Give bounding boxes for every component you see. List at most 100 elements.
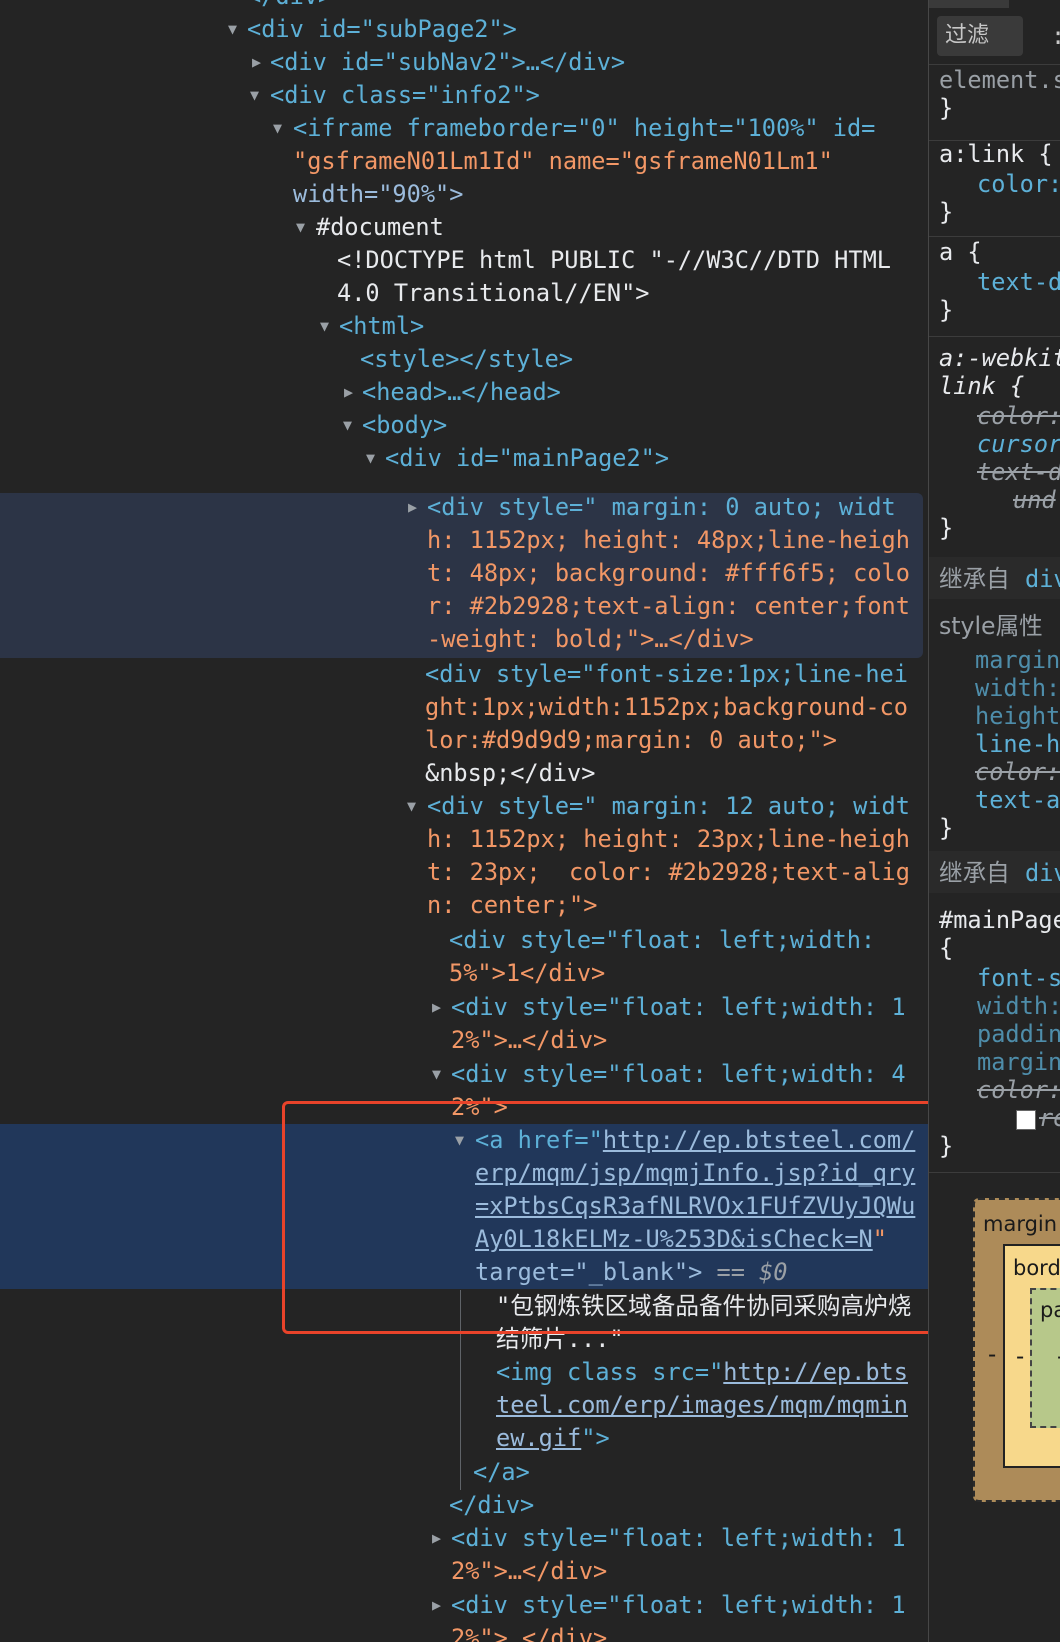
- prop-line-height[interactable]: line-h: [975, 730, 1060, 758]
- prop-width[interactable]: width:: [975, 674, 1060, 702]
- prop-cursor[interactable]: cursor: [977, 430, 1060, 458]
- expand-triangle-icon[interactable]: ▼: [343, 409, 352, 442]
- prop-margin[interactable]: margin: [975, 646, 1060, 674]
- rule-selector-a[interactable]: a {: [939, 238, 982, 266]
- rule-selector-webkit-any-link[interactable]: a:-webkit: [939, 344, 1060, 372]
- prop-text-align[interactable]: text-a: [975, 786, 1060, 814]
- box-model-border-label: bord: [1013, 1256, 1060, 1280]
- prop-color-overridden[interactable]: color:: [975, 758, 1060, 786]
- prop-color-overridden[interactable]: color:: [977, 402, 1060, 430]
- dom-node-title-div[interactable]: ▶ <div style=" margin: 0 auto; widt h: 1…: [0, 493, 923, 658]
- node-text-line: 4.0 Transitional//EN">: [337, 279, 650, 307]
- style-attribute-label: style属性: [939, 612, 1043, 640]
- node-text-line: <div style=" margin: 0 auto; widt: [427, 493, 896, 521]
- node-text: </div>: [449, 1491, 535, 1519]
- expand-triangle-icon[interactable]: ▼: [296, 211, 305, 244]
- dom-node-div-close[interactable]: </div>: [0, 1489, 928, 1522]
- dom-node-anchor-close[interactable]: </a>: [0, 1456, 928, 1489]
- dom-node-mainpage2[interactable]: ▼ <div id="mainPage2">: [0, 442, 928, 475]
- prop-text-decoration-overridden[interactable]: text-d: [977, 458, 1060, 486]
- expand-triangle-icon[interactable]: ▼: [366, 442, 375, 475]
- node-text-line: <a href="http://ep.btsteel.com/: [475, 1124, 915, 1157]
- prop-color[interactable]: color:: [977, 170, 1060, 198]
- prop-font-size[interactable]: font-s: [977, 964, 1060, 992]
- filter-label: 过滤: [945, 23, 990, 48]
- img-close: ">: [581, 1424, 610, 1452]
- href-link-line[interactable]: Ay0L18kELMz-U%253D&isCheck=N: [475, 1225, 873, 1253]
- box-model-dash: -: [1013, 1342, 1028, 1370]
- img-src-link-line[interactable]: ew.gif: [496, 1424, 581, 1452]
- expand-triangle-icon[interactable]: ▼: [320, 310, 329, 343]
- collapsed-triangle-icon[interactable]: ▶: [344, 376, 353, 409]
- dom-node-subpage2[interactable]: ▼ <div id="subPage2">: [0, 13, 928, 46]
- dom-node-document[interactable]: ▼ #document: [0, 211, 928, 244]
- dom-node-style[interactable]: <style></style>: [0, 343, 928, 376]
- collapsed-triangle-icon[interactable]: ▶: [252, 46, 261, 79]
- dom-node-float12[interactable]: ▶ <div style="float: left;width: 1 2%">……: [0, 991, 928, 1057]
- rule-selector-a-link[interactable]: a:link {: [939, 140, 1053, 168]
- node-text-line: <!DOCTYPE html PUBLIC "-//W3C//DTD HTML: [337, 246, 891, 274]
- inherited-header: 继承自 div: [929, 557, 1060, 599]
- inherited-from-div[interactable]: div: [1025, 859, 1060, 887]
- dom-node-row-div[interactable]: ▼ <div style=" margin: 12 auto; widt h: …: [0, 790, 928, 922]
- node-text: </a>: [473, 1458, 530, 1486]
- dom-node-iframe[interactable]: ▼ <iframe frameborder="0" height="100%" …: [0, 112, 928, 211]
- rule-selector-mainpage[interactable]: #mainPage: [939, 906, 1060, 934]
- node-text-line: n: center;">: [427, 891, 598, 919]
- expand-triangle-icon[interactable]: ▼: [250, 79, 259, 112]
- collapsed-triangle-icon[interactable]: ▶: [408, 491, 417, 524]
- close-brace: }: [939, 296, 954, 324]
- checkbox[interactable]: [1016, 1110, 1036, 1130]
- node-text-line: <div style=" margin: 12 auto; widt: [427, 792, 910, 820]
- expand-triangle-icon[interactable]: ▼: [228, 13, 237, 46]
- expand-triangle-icon[interactable]: ▼: [407, 790, 416, 823]
- node-text-line: t: 48px; background: #fff6f5; colo: [427, 559, 910, 587]
- node-text: #document: [316, 213, 444, 241]
- dom-node-img[interactable]: <img class src="http://ep.bts teel.com/e…: [0, 1356, 928, 1455]
- inherited-from-div[interactable]: div: [1025, 565, 1060, 593]
- dom-node-body[interactable]: ▼ <body>: [0, 409, 928, 442]
- divider: [929, 236, 1060, 237]
- collapsed-triangle-icon[interactable]: ▶: [432, 991, 441, 1024]
- expand-triangle-icon[interactable]: ▼: [273, 112, 282, 145]
- collapsed-triangle-icon[interactable]: ▶: [432, 1522, 441, 1555]
- href-link-line[interactable]: erp/mqm/jsp/mqmjInfo.jsp?id_qry: [475, 1157, 915, 1190]
- prop-text-decoration[interactable]: text-d: [977, 268, 1060, 296]
- box-model-padding[interactable]: pa -: [1030, 1288, 1060, 1428]
- dom-node-anchor-selected[interactable]: ▼ <a href="http://ep.btsteel.com/ erp/mq…: [0, 1124, 928, 1289]
- dom-node-head[interactable]: ▶ <head>…</head>: [0, 376, 928, 409]
- dom-node-float12-b[interactable]: ▶ <div style="float: left;width: 1 2%">……: [0, 1522, 928, 1588]
- prop-overridden[interactable]: re: [1039, 1104, 1060, 1132]
- filter-input[interactable]: 过滤: [937, 16, 1023, 56]
- expand-triangle-icon[interactable]: ▼: [455, 1124, 464, 1157]
- href-link[interactable]: http://ep.btsteel.com/: [603, 1126, 916, 1154]
- node-text-line: ght:1px;width:1152px;background-co: [425, 693, 908, 721]
- prop-margin[interactable]: margin: [977, 1048, 1060, 1076]
- node-text-line: <iframe frameborder="0" height="100%" id…: [293, 114, 876, 142]
- expand-triangle-icon[interactable]: ▼: [432, 1058, 441, 1091]
- node-text-line: r: #2b2928;text-align: center;font: [427, 592, 910, 620]
- prop-color-overridden[interactable]: color:: [977, 1076, 1060, 1104]
- node-text-line: 2%">…</div>: [451, 1557, 608, 1585]
- element-style-selector[interactable]: element.s: [939, 66, 1060, 94]
- dom-node-float5[interactable]: <div style="float: left;width: 5%">1</di…: [0, 924, 928, 990]
- dom-node-float12-c[interactable]: ▶ <div style="float: left;width: 1 2%">……: [0, 1589, 928, 1642]
- dom-node-float42[interactable]: ▼ <div style="float: left;width: 4 2%">: [0, 1058, 928, 1124]
- dom-node-doctype[interactable]: <!DOCTYPE html PUBLIC "-//W3C//DTD HTML …: [0, 244, 928, 310]
- href-link-line[interactable]: =xPtbsCqsR3afNLRVOx1FUfZVUyJQWu: [475, 1190, 915, 1223]
- img-src-link[interactable]: http://ep.bts: [723, 1358, 908, 1386]
- more-options-icon[interactable]: :: [1051, 22, 1060, 50]
- collapsed-triangle-icon[interactable]: ▶: [432, 1589, 441, 1622]
- prop-width[interactable]: width:: [977, 992, 1060, 1020]
- prop-height[interactable]: height: [975, 702, 1060, 730]
- node-text: <div id="mainPage2">: [385, 444, 670, 472]
- dom-node-subnav2[interactable]: ▶ <div id="subNav2">…</div>: [0, 46, 928, 79]
- prop-padding[interactable]: paddin: [977, 1020, 1060, 1048]
- dom-node-info2[interactable]: ▼ <div class="info2">: [0, 79, 928, 112]
- img-src-link-line[interactable]: teel.com/erp/images/mqm/mqmin: [496, 1389, 908, 1422]
- dom-node-row[interactable]: </div>: [0, 0, 928, 13]
- dom-node-html[interactable]: ▼ <html>: [0, 310, 928, 343]
- dom-node-anchor-text[interactable]: "包钢炼铁区域备品备件协同采购高炉烧 结筛片...": [0, 1290, 928, 1356]
- node-text-line: <div style="float: left;width: 4: [451, 1060, 906, 1088]
- dom-node-divider-div[interactable]: <div style="font-size:1px;line-hei ght:1…: [0, 658, 928, 790]
